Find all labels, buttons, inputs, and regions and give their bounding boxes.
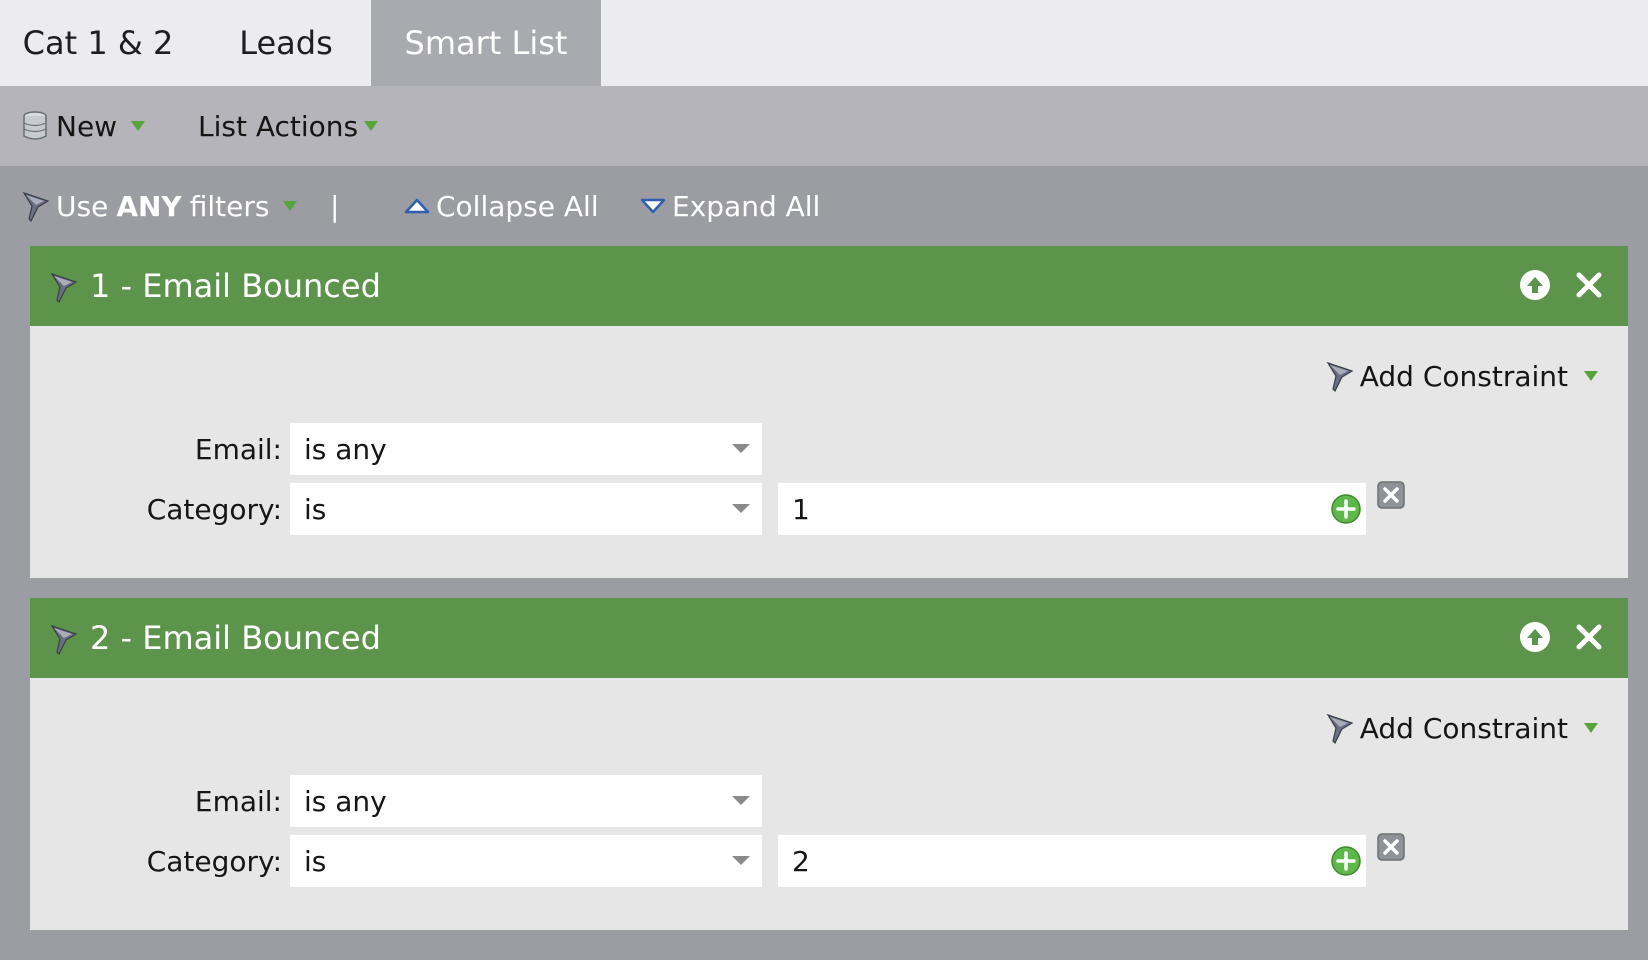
filter-panel-header[interactable]: 2 - Email Bounced xyxy=(30,598,1628,678)
new-button-label: New xyxy=(56,109,118,143)
list-actions-button[interactable]: List Actions xyxy=(198,86,379,166)
dropdown-arrow-icon xyxy=(283,201,298,211)
add-constraint-label: Add Constraint xyxy=(1359,359,1568,393)
move-up-button[interactable] xyxy=(1516,266,1554,304)
expand-all-button[interactable]: Expand All xyxy=(640,166,820,246)
new-button[interactable]: New xyxy=(22,86,146,166)
select-value: is any xyxy=(304,432,387,466)
email-operator-select[interactable]: is any xyxy=(290,775,762,827)
dropdown-arrow-icon xyxy=(1584,371,1598,381)
expand-all-label: Expand All xyxy=(672,189,821,223)
dropdown-arrow-icon xyxy=(1584,723,1598,733)
filter-panel: 2 - Email Bounced Add Constraint Email: … xyxy=(30,598,1628,930)
delete-x-box-icon xyxy=(1377,481,1405,509)
email-label: Email: xyxy=(194,784,282,818)
select-value: is xyxy=(304,844,327,878)
expand-triangle-icon xyxy=(640,197,666,215)
category-value-input[interactable]: 1 xyxy=(778,483,1366,535)
filter-title: 1 - Email Bounced xyxy=(90,267,381,305)
database-icon xyxy=(22,111,48,141)
input-value: 1 xyxy=(792,492,810,526)
plus-circle-icon xyxy=(1331,846,1361,876)
tab-label: Leads xyxy=(239,24,333,62)
arrow-up-circle-icon xyxy=(1520,622,1550,652)
move-up-button[interactable] xyxy=(1516,618,1554,656)
funnel-icon xyxy=(50,270,78,304)
category-operator-select[interactable]: is xyxy=(290,835,762,887)
tab-leads[interactable]: Leads xyxy=(196,0,376,86)
delete-x-box-icon xyxy=(1377,833,1405,861)
chevron-down-icon xyxy=(732,444,750,453)
select-value: is xyxy=(304,492,327,526)
toolbar-separator: | xyxy=(330,189,340,223)
use-filters-mode: ANY xyxy=(116,189,182,223)
category-label: Category: xyxy=(146,844,282,878)
use-filters-prefix: Use xyxy=(56,189,109,223)
tab-cat-1-2[interactable]: Cat 1 & 2 xyxy=(0,0,196,86)
collapse-all-label: Collapse All xyxy=(436,189,599,223)
category-label: Category: xyxy=(146,492,282,526)
plus-circle-icon xyxy=(1331,494,1361,524)
list-actions-label: List Actions xyxy=(198,109,359,143)
close-icon xyxy=(1576,272,1602,298)
dropdown-arrow-icon xyxy=(364,121,379,131)
add-value-button[interactable] xyxy=(1330,845,1362,877)
dropdown-arrow-icon xyxy=(131,121,146,131)
input-value: 2 xyxy=(792,844,810,878)
filter-panel-header[interactable]: 1 - Email Bounced xyxy=(30,246,1628,326)
add-value-button[interactable] xyxy=(1330,493,1362,525)
add-constraint-label: Add Constraint xyxy=(1359,711,1568,745)
toolbar: New List Actions xyxy=(0,86,1648,166)
add-constraint-button[interactable]: Add Constraint xyxy=(1326,708,1598,748)
remove-constraint-button[interactable] xyxy=(1376,480,1406,510)
chevron-down-icon xyxy=(732,856,750,865)
use-filters-suffix: filters xyxy=(189,189,270,223)
category-operator-select[interactable]: is xyxy=(290,483,762,535)
chevron-down-icon xyxy=(732,796,750,805)
tab-bar: Cat 1 & 2 Leads Smart List xyxy=(0,0,1648,86)
funnel-icon xyxy=(1326,359,1354,393)
email-operator-select[interactable]: is any xyxy=(290,423,762,475)
select-value: is any xyxy=(304,784,387,818)
remove-filter-button[interactable] xyxy=(1570,618,1608,656)
filter-bar: Use ANY filters | Collapse All Expand Al… xyxy=(0,166,1648,246)
funnel-icon xyxy=(22,189,50,223)
filter-panel-body: Add Constraint Email: is any Category: i… xyxy=(30,326,1628,578)
collapse-triangle-icon xyxy=(404,197,430,215)
close-icon xyxy=(1576,624,1602,650)
remove-constraint-button[interactable] xyxy=(1376,832,1406,862)
tab-label: Cat 1 & 2 xyxy=(22,24,174,62)
email-label: Email: xyxy=(194,432,282,466)
category-value-input[interactable]: 2 xyxy=(778,835,1366,887)
filter-title: 2 - Email Bounced xyxy=(90,619,381,657)
filter-panel: 1 - Email Bounced Add Constraint Email: … xyxy=(30,246,1628,578)
use-filters-dropdown[interactable]: Use ANY filters xyxy=(22,166,298,246)
chevron-down-icon xyxy=(732,504,750,513)
filter-panel-body: Add Constraint Email: is any Category: i… xyxy=(30,678,1628,930)
arrow-up-circle-icon xyxy=(1520,270,1550,300)
funnel-icon xyxy=(1326,711,1354,745)
remove-filter-button[interactable] xyxy=(1570,266,1608,304)
tab-label: Smart List xyxy=(404,24,568,62)
collapse-all-button[interactable]: Collapse All xyxy=(404,166,599,246)
funnel-icon xyxy=(50,622,78,656)
tab-smart-list[interactable]: Smart List xyxy=(371,0,601,86)
add-constraint-button[interactable]: Add Constraint xyxy=(1326,356,1598,396)
